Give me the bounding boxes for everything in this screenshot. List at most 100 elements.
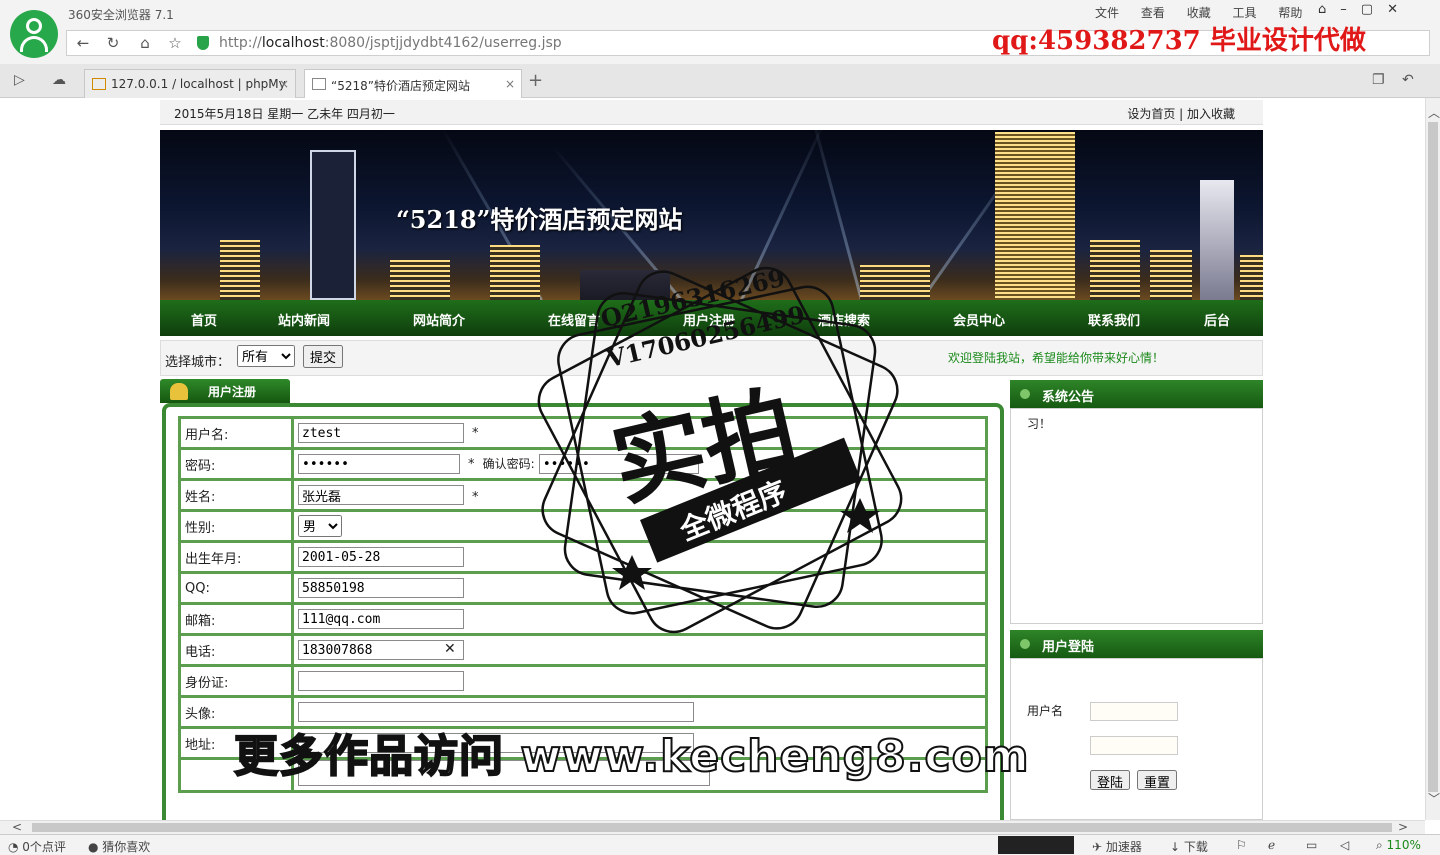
required-mark: * [472, 425, 479, 441]
gender-select[interactable]: 男 [298, 515, 342, 537]
menu-view[interactable]: 查看 [1141, 6, 1165, 20]
download-status[interactable]: ↓ 下载 [1170, 838, 1208, 855]
login-button[interactable]: 登陆 [1090, 770, 1130, 790]
refresh-icon[interactable]: ↻ [103, 34, 123, 52]
user-avatar-icon[interactable] [10, 10, 58, 58]
welcome-text: 欢迎登陆我站，希望能给你带来好心情！ [947, 351, 1164, 365]
scroll-left-icon[interactable]: < [12, 820, 22, 834]
nav-news[interactable]: 站内新闻 [278, 310, 330, 329]
nav-contact[interactable]: 联系我们 [1088, 310, 1140, 329]
avatar-input[interactable] [298, 702, 694, 722]
date-text: 2015年5月18日 星期一 乙未年 四月初一 [174, 107, 395, 121]
phone-input[interactable] [298, 640, 464, 660]
menu-tools[interactable]: 工具 [1233, 6, 1257, 20]
login-username-input[interactable] [1090, 702, 1178, 721]
tab-close-icon[interactable]: × [279, 77, 289, 91]
shield-icon [197, 36, 209, 50]
username-input[interactable] [298, 423, 464, 443]
label-gender: 性别: [178, 509, 294, 543]
password-input[interactable] [298, 454, 460, 474]
birth-input[interactable] [298, 547, 464, 567]
menu-help[interactable]: 帮助 [1278, 6, 1302, 20]
qq-input[interactable] [298, 578, 464, 598]
back-icon[interactable]: ← [73, 34, 93, 52]
zoom-icon: ⌕ [1376, 838, 1387, 852]
label-name: 姓名: [178, 478, 294, 512]
label-qq: QQ: [178, 571, 294, 605]
scroll-thumb[interactable] [32, 823, 1392, 832]
bullet-icon [1020, 639, 1030, 649]
vertical-scrollbar[interactable]: ︿ ﹀ [1425, 98, 1440, 820]
url-text[interactable]: http://localhost:8080/jsptjjdydbt4162/us… [219, 35, 562, 51]
volume-icon[interactable]: ◁ [1340, 838, 1349, 852]
sidebar-toggle-icon[interactable]: ▷ [14, 72, 25, 88]
notice-text: 习！ [1027, 417, 1052, 431]
nav-intro[interactable]: 网站简介 [413, 310, 465, 329]
maximize-icon[interactable]: ▢ [1361, 2, 1387, 17]
scroll-up-icon[interactable]: ︿ [1428, 104, 1440, 121]
undo-close-icon[interactable]: ↶ [1402, 72, 1414, 88]
guess-status[interactable]: ● 猜你喜欢 [88, 838, 150, 855]
pma-favicon-icon [92, 78, 106, 90]
top-strip: 2015年5月18日 星期一 乙未年 四月初一 设为首页 | 加入收藏 [160, 100, 1263, 125]
label-birth: 出生年月: [178, 540, 294, 574]
tray-icons[interactable] [998, 836, 1074, 854]
city-label: 选择城市： [165, 355, 231, 370]
name-input[interactable] [298, 485, 464, 505]
register-title: 用户注册 [208, 385, 257, 399]
reset-button[interactable]: 重置 [1137, 770, 1177, 790]
login-password-input[interactable] [1090, 736, 1178, 755]
nav-member[interactable]: 会员中心 [953, 310, 1005, 329]
home-icon[interactable]: ⌂ [135, 34, 155, 52]
ie-icon[interactable]: ℯ [1268, 838, 1275, 852]
skin-icon[interactable]: ⌂ [1318, 2, 1340, 17]
horizontal-scrollbar[interactable]: < > [0, 820, 1425, 834]
city-select[interactable]: 所有 [237, 345, 295, 367]
tab-bar: ▷ ☁ 127.0.0.1 / localhost | phpMy × “521… [0, 64, 1440, 98]
minimize-icon[interactable]: – [1340, 2, 1361, 17]
rocket-icon: ✈ [1092, 840, 1106, 854]
menu-file[interactable]: 文件 [1095, 6, 1119, 20]
zoom-status[interactable]: ⌕ 110% [1376, 838, 1421, 853]
window-controls: ⌂–▢✕ [1318, 2, 1412, 17]
required-mark: * [468, 456, 475, 472]
star-icon[interactable]: ☆ [165, 34, 185, 52]
login-title: 用户登陆 [1042, 640, 1095, 655]
status-bar: ◔ 0个点评 ● 猜你喜欢 ✈ 加速器 ↓ 下载 ⚐ ℯ ▭ ◁ ⌕ 110% [0, 834, 1440, 855]
scroll-down-icon[interactable]: ﹀ [1428, 790, 1440, 807]
idcard-input[interactable] [298, 671, 464, 691]
scroll-right-icon[interactable]: > [1398, 820, 1408, 834]
close-window-icon[interactable]: ✕ [1387, 2, 1412, 17]
notice-body: 习！ [1010, 408, 1263, 624]
notice-title: 系统公告 [1042, 390, 1095, 405]
label-idcard: 身份证: [178, 664, 294, 698]
accelerator-status[interactable]: ✈ 加速器 [1092, 838, 1142, 855]
label-username: 用户名: [178, 416, 294, 450]
register-header: 用户注册 [160, 379, 290, 403]
scroll-thumb[interactable] [1428, 122, 1438, 792]
new-tab-icon[interactable]: + [528, 70, 543, 91]
nav-home[interactable]: 首页 [191, 310, 217, 329]
top-links[interactable]: 设为首页 | 加入收藏 [1127, 105, 1235, 122]
nav-admin[interactable]: 后台 [1204, 310, 1230, 329]
restore-tab-icon[interactable]: ❐ [1372, 72, 1385, 88]
label-password: 密码: [178, 447, 294, 481]
banner-title: “5218”特价酒店预定网站 [396, 205, 683, 234]
qq-watermark: qq:459382737 毕业设计代做 [992, 26, 1366, 56]
email-input[interactable] [298, 609, 464, 629]
login-username-label: 用户名 [1027, 704, 1064, 718]
city-submit-button[interactable]: 提交 [303, 345, 343, 368]
menu-favorites[interactable]: 收藏 [1187, 6, 1211, 20]
tab-phpmyadmin[interactable]: 127.0.0.1 / localhost | phpMy × [84, 69, 296, 98]
cloud-icon[interactable]: ☁ [52, 72, 66, 88]
form-row-idcard: 身份证: [178, 664, 988, 698]
label-phone: 电话: [178, 633, 294, 667]
tab-hotel-site[interactable]: “5218”特价酒店预定网站 × [304, 69, 522, 98]
clear-input-icon[interactable]: ✕ [444, 641, 456, 657]
notice-header: 系统公告 [1010, 380, 1263, 408]
tab-close-icon[interactable]: × [505, 77, 515, 91]
comments-status[interactable]: ◔ 0个点评 [8, 838, 66, 855]
window-icon[interactable]: ▭ [1306, 838, 1317, 852]
screenshot-icon[interactable]: ⚐ [1236, 838, 1247, 852]
browser-title: 360安全浏览器 7.1 [68, 8, 174, 22]
